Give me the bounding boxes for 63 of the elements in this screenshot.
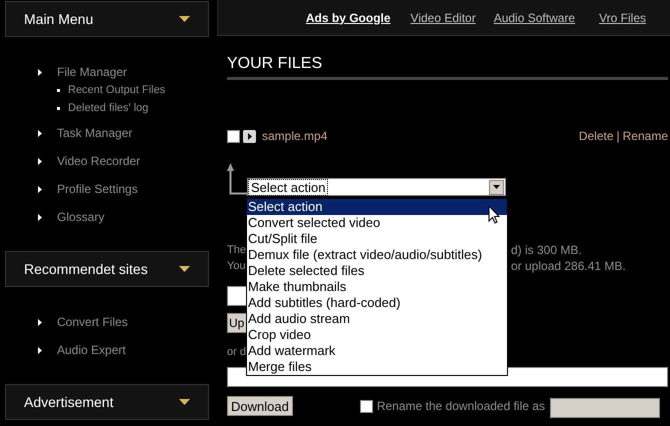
dropdown-option[interactable]: Select action <box>247 199 507 215</box>
bullet-triangle-icon <box>38 318 42 326</box>
bullet-triangle-icon <box>38 130 42 136</box>
dropdown-triangle-icon <box>179 266 190 272</box>
section-title: Main Menu <box>24 11 94 27</box>
file-action-link[interactable]: Delete <box>578 129 614 143</box>
submenu-link[interactable]: Recent Output Files <box>68 84 166 96</box>
dropdown-option[interactable]: Crop video <box>247 327 507 343</box>
elbow-arrow-icon <box>227 163 247 196</box>
menu-link[interactable]: Glossary <box>57 210 104 224</box>
action-select[interactable]: Select action <box>247 178 506 196</box>
dropdown-option[interactable]: Add audio stream <box>247 311 507 327</box>
menu-link[interactable]: Audio Expert <box>57 343 126 357</box>
rename-label: Rename the downloaded file as <box>376 399 545 413</box>
page-title: YOUR FILES <box>227 55 324 73</box>
section-header[interactable]: Recommendet sites <box>5 251 209 287</box>
dropdown-triangle-icon <box>179 399 190 405</box>
bullet-square-icon <box>57 106 60 110</box>
dropdown-option[interactable]: Delete selected files <box>247 263 507 279</box>
file-name-link[interactable]: sample.mp4 <box>262 129 328 143</box>
menu-link[interactable]: Convert Files <box>57 315 128 329</box>
dropdown-option[interactable]: Merge files <box>247 359 507 375</box>
file-input-field[interactable] <box>227 286 247 306</box>
file-checkbox[interactable] <box>227 130 240 142</box>
section-header[interactable]: Advertisement <box>5 384 209 420</box>
info-text: d) is 300 MB. <box>511 242 582 258</box>
section-title: Recommendet sites <box>24 261 148 277</box>
download-button[interactable]: Download <box>227 396 293 416</box>
menu-link[interactable]: File Manager <box>57 65 128 79</box>
separator: | <box>616 129 620 143</box>
play-icon[interactable] <box>243 130 256 142</box>
rename-input-field[interactable] <box>550 398 660 418</box>
dropdown-triangle-icon <box>179 16 190 22</box>
dropdown-option[interactable]: Demux file (extract video/audio/subtitles) <box>247 247 507 263</box>
bullet-triangle-icon <box>38 346 42 354</box>
or-text: or d <box>227 346 245 360</box>
upload-button[interactable]: Up <box>227 313 247 333</box>
menu-link[interactable]: Task Manager <box>57 126 132 140</box>
mouse-cursor-icon <box>488 205 500 224</box>
dropdown-option[interactable]: Make thumbnails <box>247 279 507 295</box>
submenu-link[interactable]: Deleted files' log <box>68 102 148 114</box>
info-text: You <box>227 259 246 274</box>
bullet-triangle-icon <box>38 158 42 164</box>
menu-link[interactable]: Video Recorder <box>57 154 140 168</box>
file-action-link[interactable]: Rename <box>622 129 668 143</box>
top-link[interactable]: Video Editor <box>410 10 476 24</box>
top-link[interactable]: Vro Files <box>599 10 646 24</box>
dropdown-option[interactable]: Add subtitles (hard-coded) <box>247 295 507 311</box>
rename-checkbox[interactable] <box>360 400 373 412</box>
bullet-triangle-icon <box>38 186 42 192</box>
dropdown-option[interactable]: Convert selected video <box>247 215 507 231</box>
dropdown-option[interactable]: Add watermark <box>247 343 507 359</box>
bullet-triangle-icon <box>38 68 42 76</box>
section-header[interactable]: Main Menu <box>5 1 209 37</box>
top-link[interactable]: Audio Software <box>494 10 576 24</box>
info-text: or upload 286.41 MB. <box>511 258 626 274</box>
info-text: The <box>227 243 246 258</box>
dropdown-option[interactable]: Cut/Split file <box>247 231 507 247</box>
bullet-square-icon <box>57 88 60 92</box>
section-title: Advertisement <box>24 394 114 410</box>
menu-link[interactable]: Profile Settings <box>57 182 138 196</box>
bullet-triangle-icon <box>38 214 42 220</box>
ads-heading: Ads by Google <box>306 10 391 24</box>
